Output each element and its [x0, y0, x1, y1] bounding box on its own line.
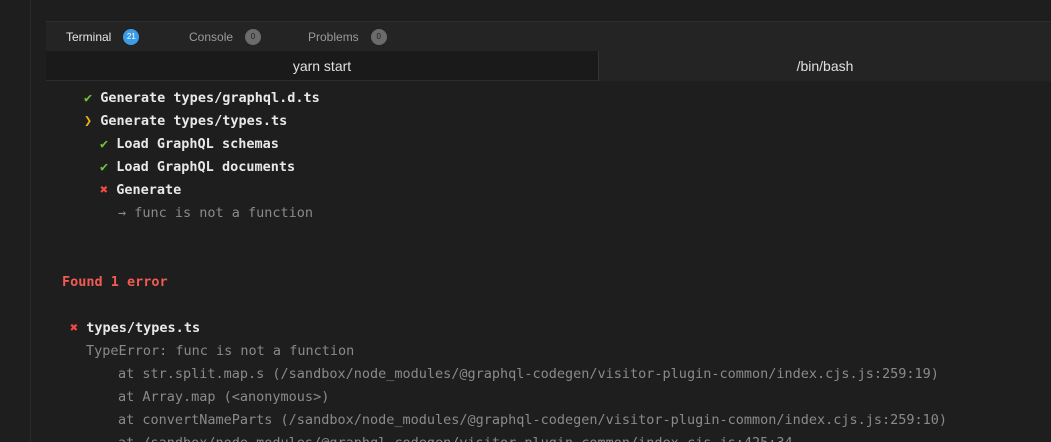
stack-frame: at /sandbox/node_modules/@graphql-codege… — [118, 432, 793, 442]
tab-console[interactable]: Console 0 — [189, 22, 262, 51]
task-line: ✔ Generate types/graphql.d.ts — [84, 87, 320, 110]
tab-problems[interactable]: Problems 0 — [308, 22, 387, 51]
tab-problems-label: Problems — [308, 29, 359, 44]
task-line: ✔ Load GraphQL schemas — [100, 133, 279, 156]
task-line: ✖ Generate — [100, 179, 181, 202]
cross-icon: ✖ — [70, 320, 79, 336]
terminal-tab-bar: yarn start /bin/bash — [46, 51, 1051, 81]
stack-frame: at Array.map (<anonymous>) — [118, 389, 330, 405]
panel-tab-bar: Terminal 21 Console 0 Problems 0 — [46, 22, 1051, 51]
error-summary: Found 1 error — [62, 274, 168, 290]
task-line: ❯ Generate types/types.ts — [84, 110, 287, 133]
tab-terminal[interactable]: Terminal 21 — [66, 22, 140, 51]
terminal-tab-bin-bash[interactable]: /bin/bash — [599, 51, 1051, 81]
error-message: TypeError: func is not a function — [86, 343, 355, 359]
gutter-edge — [30, 0, 31, 442]
task-error-detail: → func is not a function — [118, 205, 314, 221]
task-label: Generate — [116, 182, 182, 198]
task-label: Load GraphQL schemas — [116, 136, 279, 152]
terminal-tab-yarn-start[interactable]: yarn start — [46, 51, 598, 81]
task-label: Generate types/types.ts — [100, 113, 288, 129]
tab-console-label: Console — [189, 29, 234, 44]
tab-console-count-badge: 0 — [245, 28, 262, 45]
tab-problems-count-badge: 0 — [370, 28, 387, 45]
terminal-output[interactable]: ✔ Generate types/graphql.d.ts ❯ Generate… — [46, 81, 1051, 442]
task-label: Load GraphQL documents — [116, 159, 296, 175]
stack-frame: at convertNameParts (/sandbox/node_modul… — [118, 412, 948, 428]
check-icon: ✔ — [100, 136, 109, 152]
editor-bottom-strip — [46, 0, 1051, 22]
left-gutter — [0, 0, 46, 442]
cross-icon: ✖ — [100, 182, 109, 198]
chevron-right-icon: ❯ — [84, 113, 93, 129]
task-line: ✔ Load GraphQL documents — [100, 156, 295, 179]
error-file-line: ✖ types/types.ts — [70, 317, 200, 340]
error-file-name: types/types.ts — [86, 320, 201, 336]
tab-terminal-label: Terminal — [66, 29, 112, 44]
tab-terminal-count-badge: 21 — [123, 28, 140, 45]
check-icon: ✔ — [100, 159, 109, 175]
stack-frame: at str.split.map.s (/sandbox/node_module… — [118, 366, 939, 382]
task-label: Generate types/graphql.d.ts — [100, 90, 320, 106]
check-icon: ✔ — [84, 90, 93, 106]
